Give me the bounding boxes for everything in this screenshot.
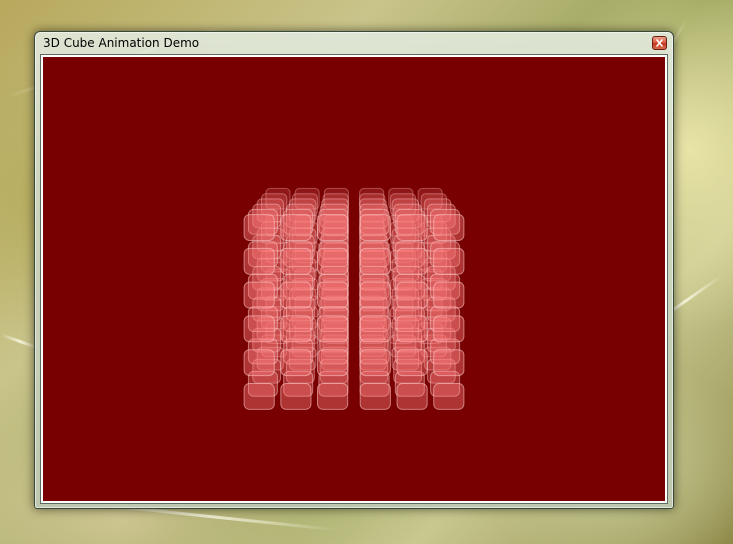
cube-block [317,214,349,242]
cube-block [280,315,312,343]
render-viewport[interactable] [43,57,665,501]
cube-block [433,383,465,410]
app-window: 3D Cube Animation Demo [34,31,674,509]
cube-block [317,281,349,309]
title-bar[interactable]: 3D Cube Animation Demo [35,32,673,55]
cube-block [243,247,275,275]
cube-block [280,349,312,377]
cube-block [317,315,349,343]
client-area [40,54,668,504]
cube-block [243,214,275,242]
window-title: 3D Cube Animation Demo [43,36,200,50]
cube-block [433,247,465,275]
cube-block [433,349,465,377]
cube-block [243,383,275,410]
cube-block [359,214,391,242]
cube-block [280,214,312,242]
cube-block [433,214,465,242]
cube-block [243,349,275,377]
cube-scene [243,187,465,410]
cube-block [396,214,428,242]
cube-block [396,281,428,309]
cube-block [243,315,275,343]
cube-block [359,315,391,343]
cube-block [396,247,428,275]
cube-block [433,315,465,343]
cube-block [317,383,349,410]
cube-block [243,281,275,309]
cube-block [359,281,391,309]
close-icon [656,39,663,47]
cube-block [359,383,391,410]
cube-block [359,247,391,275]
close-button[interactable] [652,36,667,50]
cube-block [317,349,349,377]
cube-block [280,383,312,410]
cube-block [433,281,465,309]
cube-block [396,383,428,410]
cube-block [280,281,312,309]
cube-block [280,247,312,275]
cube-block [317,247,349,275]
cube-block [359,349,391,377]
cube-block [396,315,428,343]
cube-block [396,349,428,377]
